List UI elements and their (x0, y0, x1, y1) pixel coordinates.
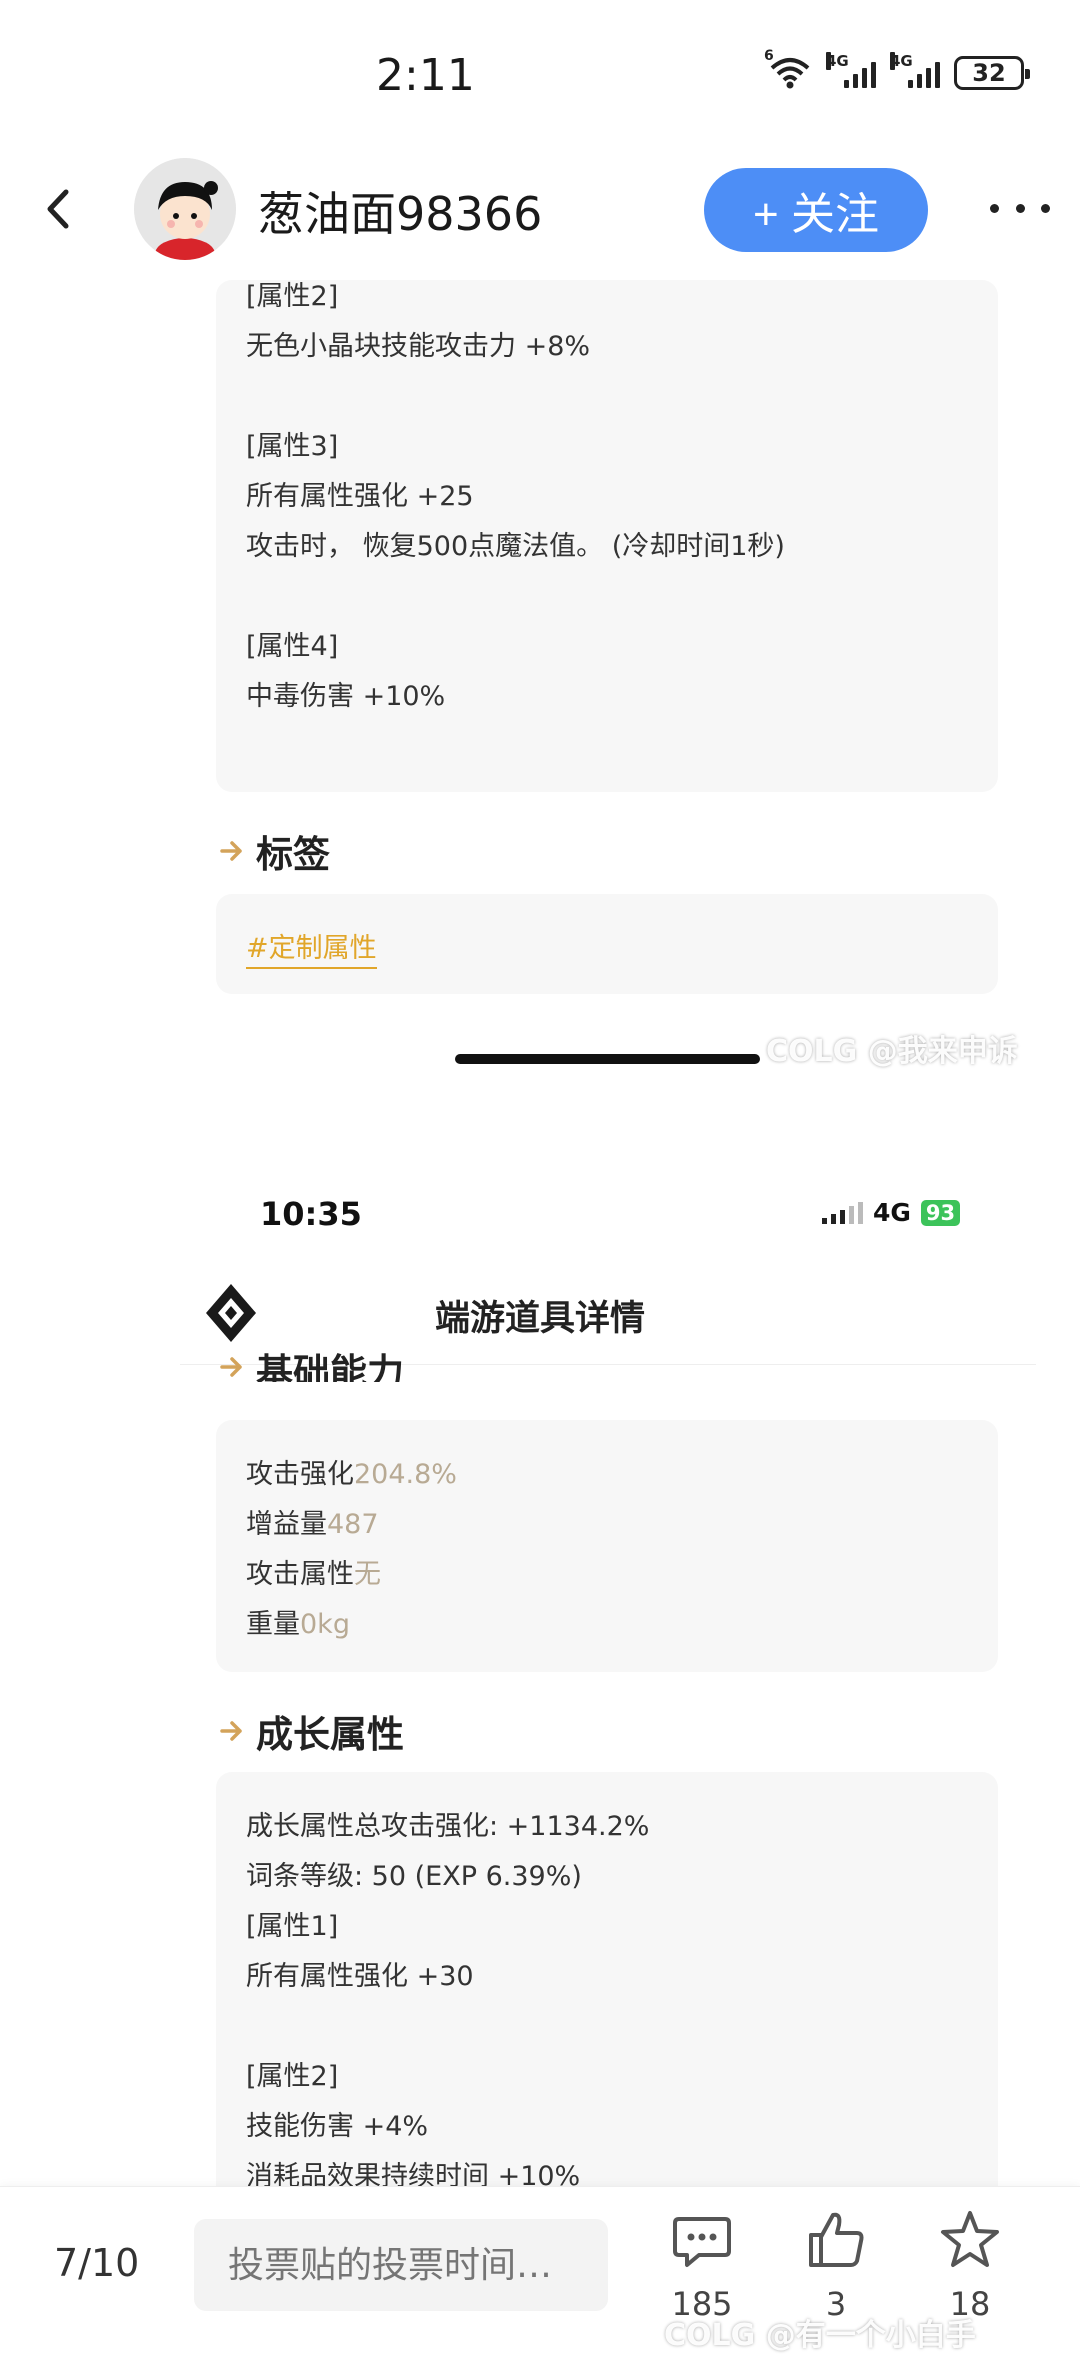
basic-row: 重量0kg (246, 1609, 350, 1640)
status-icons: 6 4G 4G 32 (764, 48, 1030, 90)
wifi-level: 6 (764, 48, 774, 64)
like-button[interactable]: 3 (786, 2207, 886, 2323)
attr-line: 中毒伤害 +10% (246, 681, 446, 712)
watermark: COLG @我来申诉 (766, 1034, 1018, 1069)
comment-input[interactable] (194, 2219, 608, 2311)
page-indicator: 7/10 (54, 2241, 140, 2285)
inner-signal-icon (822, 1201, 863, 1224)
watermark: COLG @有一个小白手 (664, 2318, 976, 2353)
back-button[interactable] (38, 184, 78, 234)
attr-line: 无色小晶块技能攻击力 +8% (246, 331, 591, 362)
inner-network: 4G (873, 1198, 911, 1227)
growth-line: 技能伤害 +4% (246, 2111, 429, 2142)
tag-link[interactable]: #定制属性 (246, 926, 377, 969)
more-options-button[interactable] (990, 196, 1050, 220)
signal-icon-2: 4G (890, 52, 940, 88)
attr-line: [属性4] (246, 631, 339, 662)
arrow-right-icon (220, 1357, 242, 1377)
growth-line: 所有属性强化 +30 (246, 1961, 474, 1992)
inner-status-time: 10:35 (260, 1195, 362, 1233)
basic-row: 攻击属性无 (246, 1559, 381, 1590)
username[interactable]: 葱油面98366 (258, 178, 542, 244)
growth-line: 词条等级: 50 (EXP 6.39%) (246, 1861, 582, 1892)
dot-icon (990, 203, 999, 213)
star-icon (941, 2211, 999, 2267)
dot-icon (1041, 203, 1050, 213)
growth-line: [属性1] (246, 1911, 339, 1942)
favorite-button[interactable]: 18 (920, 2207, 1020, 2323)
battery-icon: 32 (954, 56, 1030, 90)
tags-section-title: 标签 (216, 824, 330, 878)
inner-status-icons: 4G 93 (822, 1198, 961, 1227)
comment-button[interactable]: 185 (652, 2207, 752, 2323)
attr-line: 攻击时， 恢复500点魔法值。 (冷却时间1秒) (246, 531, 785, 562)
growth-line: 成长属性总攻击强化: +1134.2% (246, 1811, 650, 1842)
signal-icon-1: 4G (826, 52, 876, 88)
attr-line: 所有属性强化 +25 (246, 481, 474, 512)
thumbs-up-icon (809, 2212, 864, 2267)
dot-icon (1015, 203, 1025, 213)
wifi-icon: 6 (764, 48, 812, 90)
arrow-right-icon (220, 841, 242, 861)
arrow-right-icon (220, 1721, 242, 1741)
home-indicator (455, 1054, 760, 1064)
inner-battery-icon: 93 (920, 1199, 961, 1226)
chevron-left-icon (47, 189, 69, 229)
avatar[interactable] (134, 158, 236, 260)
basic-row: 攻击强化204.8% (246, 1459, 457, 1490)
attr-line: [属性2] (246, 281, 339, 312)
growth-line: [属性2] (246, 2061, 339, 2092)
growth-section-title: 成长属性 (216, 1704, 404, 1758)
comment-icon (673, 2217, 731, 2267)
status-time: 2:11 (376, 50, 475, 101)
follow-button[interactable]: + 关注 (704, 168, 928, 252)
status-bar: 2:11 6 4G 4G 32 (0, 0, 1080, 150)
basic-row: 增益量487 (246, 1509, 379, 1540)
inner-page-title: 端游道具详情 (434, 1299, 645, 1339)
attr-line: [属性3] (246, 431, 339, 462)
basic-section-title: 基础能力 (216, 1352, 404, 1382)
